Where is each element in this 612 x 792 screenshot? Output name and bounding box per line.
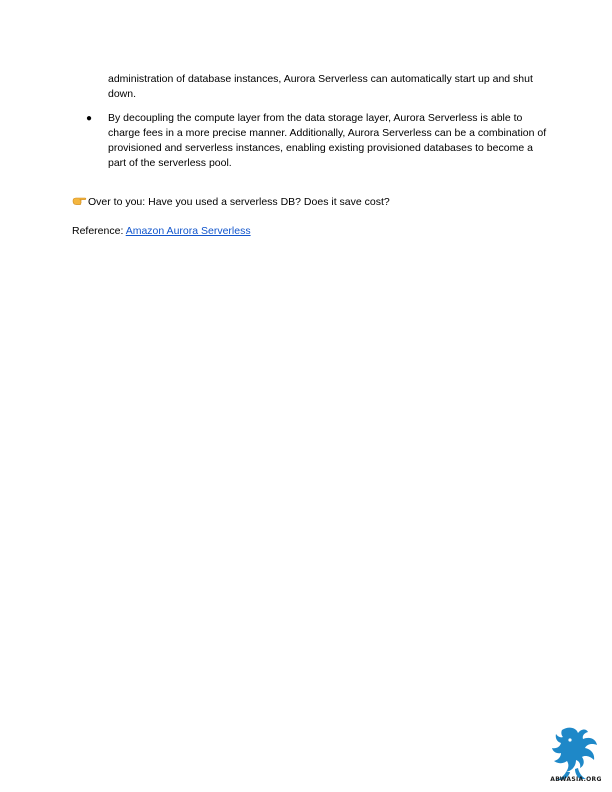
reference-link[interactable]: Amazon Aurora Serverless [126,225,251,237]
reference-line: Reference: Amazon Aurora Serverless [72,224,251,239]
call-to-action: Over to you: Have you used a serverless … [72,194,390,210]
pointing-hand-icon [72,194,87,207]
cta-text: Over to you: Have you used a serverless … [88,196,390,208]
continuation-paragraph: administration of database instances, Au… [108,73,533,100]
bullet-marker: ● [86,113,93,124]
bullet-text: By decoupling the compute layer from the… [108,112,547,169]
watermark-text: ABWASIA.ORG [550,776,602,783]
reference-label: Reference: [72,225,126,237]
document-page: administration of database instances, Au… [0,0,612,792]
